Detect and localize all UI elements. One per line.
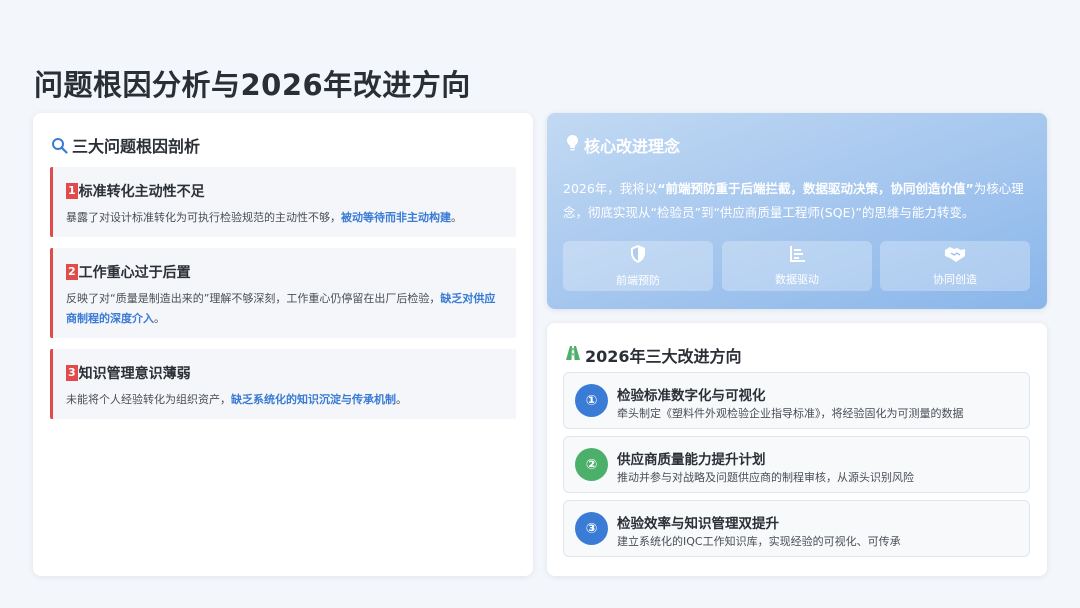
direction-description: 牵头制定《塑料件外观检验企业指导标准》，将经验固化为可测量的数据 — [617, 407, 964, 420]
cause-item: 2 工作重心过于后置 反映了对“质量是制造出来的”理解不够深刻，工作重心仍停留在… — [50, 248, 516, 338]
cause-highlight: 缺乏系统化的知识沉淀与传承机制 — [231, 393, 396, 406]
improvement-directions-heading: 2026年三大改进方向 — [565, 343, 742, 367]
pillar-prevention: 前端预防 — [563, 241, 713, 291]
core-concept-heading: 核心改进理念 — [565, 133, 680, 157]
road-icon — [565, 345, 581, 365]
core-concept-quote: “前端预防重于后端拦截，数据驱动决策，协同创造价值” — [657, 181, 974, 196]
shield-icon — [629, 244, 647, 268]
direction-title: 检验标准数字化与可视化 — [617, 388, 766, 404]
direction-number-badge: ② — [575, 448, 608, 481]
page-title: 问题根因分析与2026年改进方向 — [34, 68, 471, 102]
cause-title: 知识管理意识薄弱 — [78, 366, 191, 382]
cause-description: 反映了对“质量是制造出来的”理解不够深刻，工作重心仍停留在出厂后检验，缺乏对供应… — [66, 292, 496, 325]
cause-highlight: 被动等待而非主动构建 — [341, 211, 451, 224]
cause-item: 1 标准转化主动性不足 暴露了对设计标准转化为可执行检验规范的主动性不够，被动等… — [50, 167, 516, 237]
search-icon — [51, 137, 68, 154]
core-concept-card: 核心改进理念 2026年，我将以“前端预防重于后端拦截，数据驱动决策，协同创造价… — [547, 113, 1047, 309]
cause-description: 未能将个人经验转化为组织资产，缺乏系统化的知识沉淀与传承机制。 — [66, 393, 407, 406]
direction-description: 建立系统化的IQC工作知识库，实现经验的可视化、可传承 — [617, 535, 901, 548]
root-cause-heading: 三大问题根因剖析 — [51, 133, 200, 157]
direction-number-badge: ① — [575, 384, 608, 417]
pillar-label: 前端预防 — [616, 274, 660, 287]
cause-description: 暴露了对设计标准转化为可执行检验规范的主动性不够，被动等待而非主动构建。 — [66, 211, 462, 224]
pillar-data-driven: 数据驱动 — [722, 241, 872, 291]
direction-description: 推动并参与对战略及问题供应商的制程审核，从源头识别风险 — [617, 471, 914, 484]
core-concept-heading-text: 核心改进理念 — [584, 137, 681, 156]
direction-title: 检验效率与知识管理双提升 — [617, 516, 779, 532]
pillar-label: 数据驱动 — [775, 273, 819, 286]
pillar-collaboration: 协同创造 — [880, 241, 1030, 291]
improvement-directions-card: 2026年三大改进方向 ① 检验标准数字化与可视化 牵头制定《塑料件外观检验企业… — [547, 323, 1047, 576]
chart-icon — [788, 245, 806, 267]
root-cause-card: 三大问题根因剖析 1 标准转化主动性不足 暴露了对设计标准转化为可执行检验规范的… — [33, 113, 533, 576]
improvement-directions-heading-text: 2026年三大改进方向 — [585, 347, 742, 366]
cause-title: 标准转化主动性不足 — [78, 184, 205, 200]
cause-item: 3 知识管理意识薄弱 未能将个人经验转化为组织资产，缺乏系统化的知识沉淀与传承机… — [50, 349, 516, 419]
direction-item: ① 检验标准数字化与可视化 牵头制定《塑料件外观检验企业指导标准》，将经验固化为… — [563, 372, 1030, 429]
lightbulb-icon — [565, 134, 580, 156]
cause-number: 2 — [66, 264, 78, 280]
direction-number-badge: ③ — [575, 512, 608, 545]
handshake-icon — [944, 245, 966, 267]
root-cause-heading-text: 三大问题根因剖析 — [72, 137, 201, 156]
direction-title: 供应商质量能力提升计划 — [617, 452, 766, 468]
cause-number: 1 — [66, 183, 78, 199]
core-concept-statement: 2026年，我将以“前端预防重于后端拦截，数据驱动决策，协同创造价值”为核心理念… — [563, 181, 1024, 220]
direction-item: ③ 检验效率与知识管理双提升 建立系统化的IQC工作知识库，实现经验的可视化、可… — [563, 500, 1030, 557]
cause-number: 3 — [66, 365, 78, 381]
cause-title: 工作重心过于后置 — [78, 265, 191, 281]
pillar-label: 协同创造 — [933, 273, 977, 286]
direction-item: ② 供应商质量能力提升计划 推动并参与对战略及问题供应商的制程审核，从源头识别风… — [563, 436, 1030, 493]
